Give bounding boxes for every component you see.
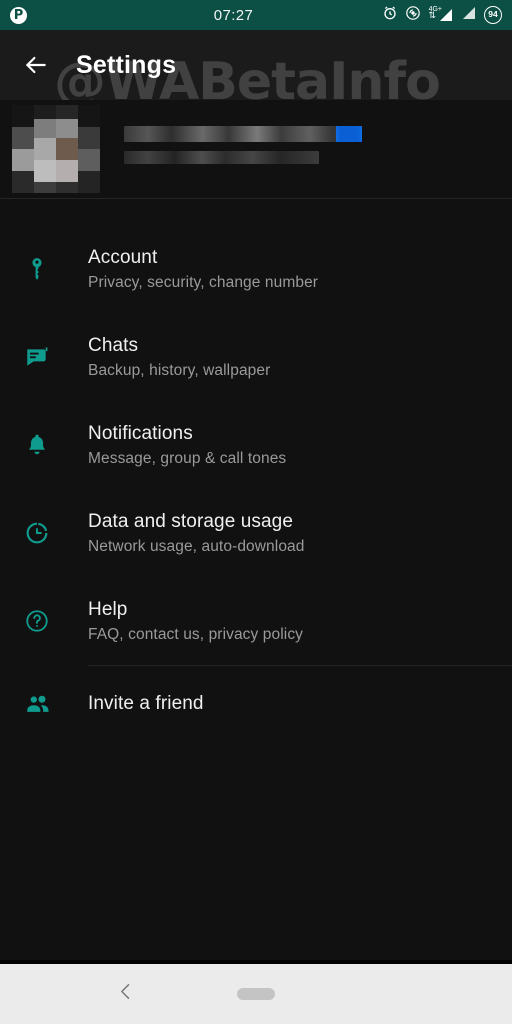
people-icon	[24, 690, 68, 718]
settings-item-subtitle: Backup, history, wallpaper	[88, 361, 271, 379]
avatar[interactable]	[12, 105, 100, 193]
settings-item-notifications[interactable]: Notifications Message, group & call tone…	[0, 401, 512, 489]
settings-item-help[interactable]: Help FAQ, contact us, privacy policy	[0, 577, 512, 665]
settings-item-account[interactable]: Account Privacy, security, change number	[0, 225, 512, 313]
help-circle-icon	[24, 608, 68, 634]
data-usage-icon	[24, 520, 68, 546]
settings-item-subtitle: Privacy, security, change number	[88, 273, 319, 291]
status-bar-clock: 07:27	[213, 6, 254, 24]
alarm-icon	[382, 5, 398, 26]
settings-item-data-storage[interactable]: Data and storage usage Network usage, au…	[0, 489, 512, 577]
settings-item-subtitle: Message, group & call tones	[88, 449, 287, 467]
profile-name-redacted	[124, 125, 362, 142]
battery-icon: 94	[484, 6, 502, 24]
settings-item-title: Data and storage usage	[88, 510, 294, 532]
nav-home-pill[interactable]	[237, 988, 275, 1000]
settings-item-title: Help	[88, 598, 128, 620]
system-nav-bar	[0, 964, 512, 1024]
settings-item-text: Notifications Message, group & call tone…	[88, 423, 286, 468]
signal-4g-icon: ⇅ 4G+	[428, 6, 454, 23]
settings-item-subtitle: FAQ, contact us, privacy policy	[88, 625, 304, 643]
settings-item-title: Chats	[88, 334, 139, 356]
list-top-gap	[0, 199, 512, 225]
settings-item-invite-a-friend[interactable]: Invite a friend	[0, 666, 512, 742]
nav-back-button[interactable]	[116, 979, 136, 1010]
settings-item-text: Chats Backup, history, wallpaper	[88, 335, 270, 380]
app-badge-icon: P	[10, 6, 27, 24]
page-title: Settings	[76, 50, 177, 79]
status-bar-left: P	[10, 6, 130, 24]
bell-icon	[24, 432, 68, 458]
key-icon	[24, 256, 68, 282]
app-header: Settings	[0, 30, 512, 100]
settings-item-title: Notifications	[88, 422, 193, 444]
settings-item-text: Help FAQ, contact us, privacy policy	[88, 599, 303, 644]
settings-list: Account Privacy, security, change number…	[0, 199, 512, 742]
settings-item-text: Invite a friend	[88, 693, 204, 715]
chat-icon	[24, 344, 68, 370]
settings-item-text: Account Privacy, security, change number	[88, 247, 318, 292]
signal-icon	[461, 5, 477, 26]
profile-row[interactable]	[0, 100, 512, 198]
back-button[interactable]	[22, 51, 50, 79]
status-bar-right: ⇅ 4G+ 94	[337, 5, 502, 26]
profile-text	[124, 125, 512, 173]
settings-item-text: Data and storage usage Network usage, au…	[88, 511, 305, 556]
settings-item-chats[interactable]: Chats Backup, history, wallpaper	[0, 313, 512, 401]
settings-item-subtitle: Network usage, auto-download	[88, 537, 305, 555]
settings-item-title: Account	[88, 246, 158, 268]
settings-screen: P 07:27 ⇅ 4G+ 94 Settings Account Privac…	[0, 0, 512, 1024]
status-bar: P 07:27 ⇅ 4G+ 94	[0, 0, 512, 30]
status-bar-center: 07:27	[130, 7, 337, 24]
cast-icon	[405, 5, 421, 26]
settings-item-title: Invite a friend	[88, 693, 204, 714]
profile-status-redacted	[124, 150, 320, 164]
